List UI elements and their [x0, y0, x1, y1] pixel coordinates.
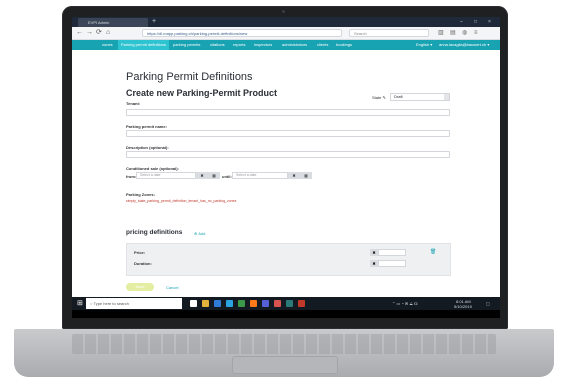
trackpad	[232, 356, 338, 374]
mail-icon[interactable]	[226, 300, 233, 307]
from-clear-button[interactable]: ✖	[196, 172, 208, 179]
reload-icon[interactable]: ⟳	[96, 28, 102, 38]
library-icon[interactable]: ▥	[438, 28, 444, 38]
save-button[interactable]: Save	[126, 283, 154, 291]
menu-item-clients[interactable]: clients	[317, 40, 328, 50]
state-label: State ✎	[372, 95, 386, 100]
price-clear-button[interactable]: ✖	[370, 249, 378, 256]
screen: EVPI Admin + – □ × ← → ⟳ ⌂ https://dl.ma…	[72, 17, 500, 318]
duration-clear-button[interactable]: ✖	[370, 260, 378, 267]
firefox-icon[interactable]	[250, 300, 257, 307]
until-label: until:	[222, 174, 232, 179]
windows-start-icon[interactable]: ⊞	[77, 300, 83, 307]
until-clear-button[interactable]: ✖	[288, 172, 300, 179]
form-title: Create new Parking-Permit Product	[126, 88, 278, 98]
app-header: zones Parking permit definitions parking…	[72, 40, 500, 50]
taskbar-search-input[interactable]: ○ Type here to search	[86, 298, 182, 309]
app-icon-3[interactable]	[298, 300, 305, 307]
menu-item-bookings[interactable]: bookings	[336, 40, 352, 50]
system-tray[interactable]: ⌃ ▭ ◔ ✉ ⟁ ☊	[392, 301, 418, 306]
conditioned-sale-label: Conditioned sale (optional):	[126, 166, 179, 171]
menu-item-permit-definitions[interactable]: Parking permit definitions	[118, 40, 169, 50]
tenant-label: Tenant:	[126, 101, 141, 106]
duration-input[interactable]	[378, 260, 406, 267]
clock-date[interactable]: 5/10/2019	[454, 304, 472, 309]
language-select[interactable]: English ▾	[416, 40, 432, 50]
menu-icon[interactable]: ≡	[474, 28, 478, 38]
extension-icon[interactable]: ◍	[462, 28, 467, 38]
page-title: Parking Permit Definitions	[126, 71, 253, 83]
back-icon[interactable]: ←	[76, 28, 83, 38]
notifications-icon[interactable]: ▢	[486, 301, 490, 306]
permit-name-label: Parking permit name:	[126, 124, 167, 129]
parking-zones-label: Parking Zones:	[126, 192, 155, 197]
price-label: Price:	[134, 250, 146, 255]
trash-icon[interactable]: 🗑	[430, 249, 436, 255]
from-calendar-button[interactable]: ▦	[208, 172, 220, 179]
taskbar: ⊞ ○ Type here to search ⌃ ▭ ◔ ✉ ⟁ ☊ 8:01…	[72, 297, 500, 310]
close-icon[interactable]: ×	[488, 18, 491, 26]
add-pricing-button[interactable]: ⊕ Add	[194, 231, 205, 236]
tab-bar: EVPI Admin + – □ ×	[72, 17, 500, 27]
store-icon[interactable]	[214, 300, 221, 307]
until-date-input[interactable]: Select a date	[232, 172, 288, 179]
minimize-icon[interactable]: –	[460, 18, 463, 26]
until-calendar-button[interactable]: ▦	[300, 172, 312, 179]
sidebar-icon[interactable]: ▤	[450, 28, 456, 38]
permit-name-input[interactable]	[126, 130, 450, 137]
excel-icon[interactable]	[238, 300, 245, 307]
maximize-icon[interactable]: □	[474, 18, 477, 26]
pricing-title: pricing definitions	[126, 229, 183, 236]
app-icon[interactable]	[274, 300, 281, 307]
new-tab-button[interactable]: +	[152, 18, 156, 26]
browser-tab[interactable]: EVPI Admin	[78, 18, 148, 27]
chevron-down-icon	[444, 94, 449, 100]
file-explorer-icon[interactable]	[202, 300, 209, 307]
forward-icon[interactable]: →	[86, 28, 93, 38]
browser-toolbar: ← → ⟳ ⌂ https://dl.mapp.parking.ch/parki…	[72, 27, 500, 40]
menu-item-citations[interactable]: citations	[210, 40, 225, 50]
from-label: from:	[126, 174, 137, 179]
description-input[interactable]	[126, 151, 450, 158]
task-view-icon[interactable]	[190, 300, 197, 307]
menu-item-zones[interactable]: zones	[102, 40, 113, 50]
browser-search-input[interactable]: Search	[349, 29, 429, 37]
state-select[interactable]: Draft	[390, 93, 450, 101]
tenant-select[interactable]	[126, 109, 450, 116]
address-bar[interactable]: https://dl.mapp.parking.ch/parking-permi…	[142, 29, 342, 37]
menu-item-administrators[interactable]: administrators	[282, 40, 307, 50]
menu-item-permits[interactable]: parking permits	[173, 40, 200, 50]
screen-bezel-bottom	[72, 310, 500, 318]
webcam	[282, 10, 285, 13]
menu-item-reports[interactable]: reports	[233, 40, 245, 50]
cancel-button[interactable]: Cancel	[166, 285, 178, 290]
user-menu[interactable]: anna.lacaglia@bauwert.ch ▾	[439, 40, 489, 50]
keyboard	[72, 334, 496, 354]
description-label: Description (optional):	[126, 145, 169, 150]
menu-item-inspectors[interactable]: inspectors	[254, 40, 272, 50]
app-icon-2[interactable]	[286, 300, 293, 307]
duration-label: Duration:	[134, 261, 152, 266]
teams-icon[interactable]	[262, 300, 269, 307]
price-input[interactable]	[378, 249, 406, 256]
from-date-input[interactable]: Select a date	[136, 172, 196, 179]
parking-zones-value: simply_state_parking_permit_definition_t…	[126, 199, 237, 203]
home-icon[interactable]: ⌂	[106, 28, 110, 38]
